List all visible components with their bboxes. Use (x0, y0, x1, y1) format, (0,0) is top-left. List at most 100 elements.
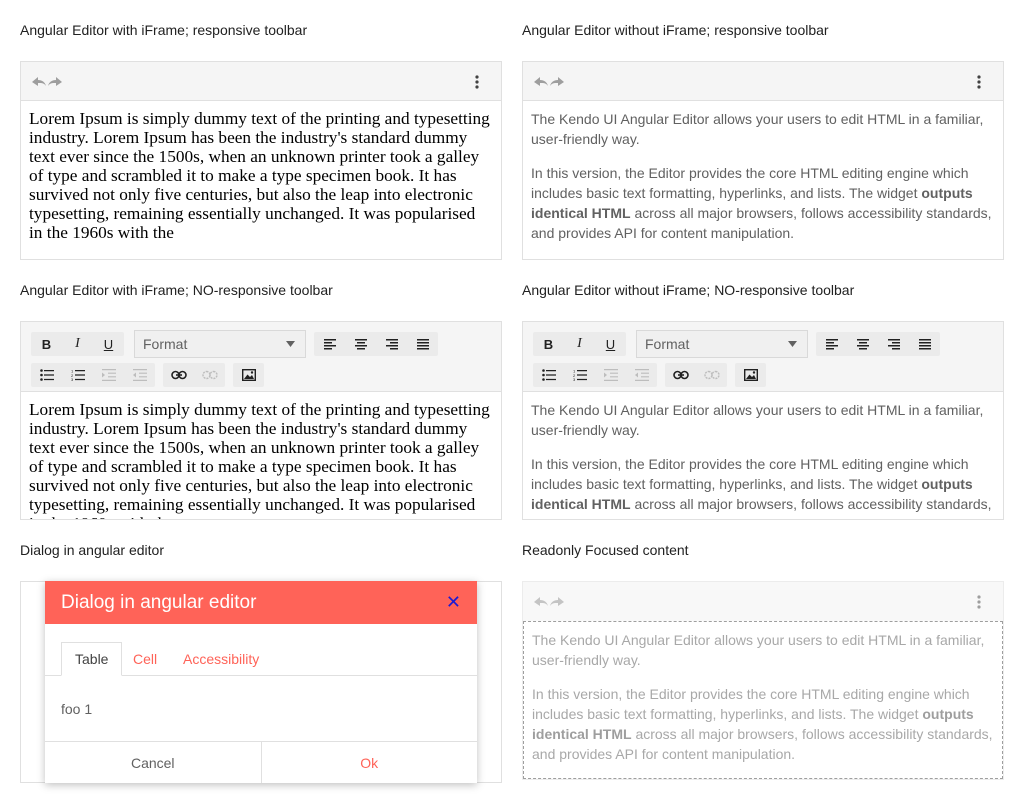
editor-toolbar: B I U Format 123 (523, 322, 1003, 392)
indent-icon[interactable] (595, 363, 626, 387)
caption-readonly-editor: Readonly Focused content (522, 542, 689, 558)
more-vertical-icon[interactable] (467, 72, 487, 92)
editor-content[interactable]: Lorem Ipsum is simply dummy text of the … (21, 101, 501, 250)
tab-cell[interactable]: Cell (120, 642, 170, 675)
cancel-button[interactable]: Cancel (45, 742, 262, 783)
editor-toolbar: B I U Format 123 (21, 322, 501, 392)
editor-toolbar (523, 62, 1003, 101)
caption-editor-no-iframe-responsive: Angular Editor without iFrame; responsiv… (522, 22, 829, 38)
link-group (163, 363, 225, 387)
dialog-tab-content: foo 1 (45, 676, 477, 742)
editor-content[interactable]: The Kendo UI Angular Editor allows your … (524, 622, 1002, 779)
alignment-group (816, 332, 940, 356)
outdent-icon[interactable] (626, 363, 657, 387)
text-style-group: B I U (533, 332, 626, 356)
redo-icon[interactable] (549, 594, 565, 610)
unlink-icon[interactable] (194, 363, 225, 387)
dialog: Dialog in angular editor ✕ Table Cell Ac… (45, 581, 477, 783)
format-dropdown-value: Format (143, 336, 188, 352)
paragraph-text: In this version, the Editor provides the… (531, 165, 969, 201)
undo-icon[interactable] (31, 74, 47, 90)
redo-icon[interactable] (47, 74, 63, 90)
editor-readonly: The Kendo UI Angular Editor allows your … (522, 581, 1004, 780)
editor-toolbar (523, 582, 1003, 621)
editor-content[interactable]: The Kendo UI Angular Editor allows your … (523, 392, 1003, 519)
numbered-list-icon[interactable]: 123 (62, 363, 93, 387)
bold-button[interactable]: B (31, 332, 62, 356)
link-group (665, 363, 727, 387)
image-icon[interactable] (233, 363, 264, 387)
align-center-icon[interactable] (345, 332, 376, 356)
content-paragraph: The Kendo UI Angular Editor allows your … (532, 632, 985, 668)
more-vertical-icon[interactable] (969, 592, 989, 612)
tab-accessibility[interactable]: Accessibility (170, 642, 272, 675)
align-justify-icon[interactable] (909, 332, 940, 356)
unlink-icon[interactable] (696, 363, 727, 387)
align-right-icon[interactable] (878, 332, 909, 356)
toolbar-row: B I U Format (533, 330, 948, 358)
tab-table[interactable]: Table (61, 642, 123, 676)
svg-text:3: 3 (71, 377, 74, 381)
more-vertical-icon[interactable] (969, 72, 989, 92)
caption-dialog-editor: Dialog in angular editor (20, 542, 164, 558)
caret-down-icon (788, 341, 797, 347)
content-paragraph: In this version, the Editor provides the… (531, 163, 995, 243)
editor-toolbar (21, 62, 501, 101)
format-dropdown[interactable]: Format (636, 330, 808, 358)
svg-text:3: 3 (573, 377, 576, 381)
image-icon[interactable] (735, 363, 766, 387)
toolbar-row: 123 (533, 363, 774, 387)
editor-iframe-responsive: Lorem Ipsum is simply dummy text of the … (20, 61, 502, 260)
undo-icon[interactable] (533, 74, 549, 90)
numbered-list-icon[interactable]: 123 (564, 363, 595, 387)
content-paragraph: In this version, the Editor provides the… (532, 684, 994, 764)
bulleted-list-icon[interactable] (31, 363, 62, 387)
link-icon[interactable] (163, 363, 194, 387)
italic-button[interactable]: I (564, 332, 595, 356)
content-paragraph: The Kendo UI Angular Editor allows your … (531, 402, 984, 438)
toolbar-row: 123 (31, 363, 272, 387)
undo-icon[interactable] (533, 594, 549, 610)
list-indent-group: 123 (31, 363, 155, 387)
undo-redo-group (31, 74, 63, 90)
undo-redo-group (533, 74, 565, 90)
bulleted-list-icon[interactable] (533, 363, 564, 387)
editor-iframe-non-responsive: B I U Format 123 Lorem Ipsum is simply d… (20, 321, 502, 520)
dialog-title: Dialog in angular editor (61, 591, 257, 613)
editor-content[interactable]: Lorem Ipsum is simply dummy text of the … (21, 392, 501, 519)
redo-icon[interactable] (549, 74, 565, 90)
editor-no-iframe-responsive: The Kendo UI Angular Editor allows your … (522, 61, 1004, 260)
align-justify-icon[interactable] (407, 332, 438, 356)
align-center-icon[interactable] (847, 332, 878, 356)
format-dropdown-value: Format (645, 336, 690, 352)
tab-content-text: foo 1 (61, 701, 93, 717)
dialog-actions: Cancel Ok (45, 741, 477, 783)
editor-no-iframe-non-responsive: B I U Format 123 The Kendo UI Angular Ed… (522, 321, 1004, 520)
content-paragraph: The Kendo UI Angular Editor allows your … (531, 111, 984, 147)
text-style-group: B I U (31, 332, 124, 356)
ok-button[interactable]: Ok (262, 742, 478, 783)
toolbar-row: B I U Format (31, 330, 446, 358)
align-left-icon[interactable] (816, 332, 847, 356)
caret-down-icon (286, 341, 295, 347)
close-icon[interactable]: ✕ (446, 592, 461, 613)
align-left-icon[interactable] (314, 332, 345, 356)
align-right-icon[interactable] (376, 332, 407, 356)
caption-editor-iframe-non-responsive: Angular Editor with iFrame; NO-responsiv… (20, 282, 333, 298)
editor-focused-content-area: The Kendo UI Angular Editor allows your … (523, 621, 1003, 779)
outdent-icon[interactable] (124, 363, 155, 387)
dialog-titlebar: Dialog in angular editor ✕ (45, 581, 477, 624)
dialog-tabstrip: Table Cell Accessibility (45, 624, 477, 676)
link-icon[interactable] (665, 363, 696, 387)
caption-editor-no-iframe-non-responsive: Angular Editor without iFrame; NO-respon… (522, 282, 855, 298)
alignment-group (314, 332, 438, 356)
format-dropdown[interactable]: Format (134, 330, 306, 358)
indent-icon[interactable] (93, 363, 124, 387)
underline-button[interactable]: U (595, 332, 626, 356)
bold-button[interactable]: B (533, 332, 564, 356)
image-group (735, 363, 766, 387)
italic-button[interactable]: I (62, 332, 93, 356)
editor-content[interactable]: The Kendo UI Angular Editor allows your … (523, 101, 1003, 259)
paragraph-text: In this version, the Editor provides the… (531, 456, 969, 492)
underline-button[interactable]: U (93, 332, 124, 356)
